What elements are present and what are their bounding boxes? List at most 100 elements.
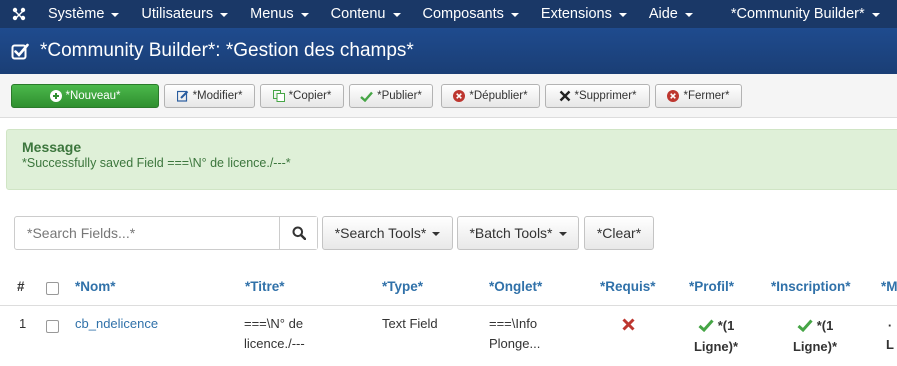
row-tab-line1: ===\Info <box>489 316 538 331</box>
col-num: # <box>17 279 25 294</box>
top-navbar: Système Utilisateurs Menus Contenu Compo… <box>0 0 897 28</box>
check-icon <box>360 91 374 102</box>
check-icon <box>797 318 813 337</box>
menu-label: Contenu <box>330 6 386 22</box>
menu-label: *Community Builder* <box>730 6 865 22</box>
row-profile-line1: *(1 <box>717 318 735 333</box>
menu-utilisateurs[interactable]: Utilisateurs <box>131 0 240 28</box>
row-profile[interactable]: *(1 Ligne)* <box>680 316 752 356</box>
col-registration[interactable]: *Inscription* <box>771 279 851 294</box>
new-label: *Nouveau* <box>65 90 121 102</box>
unpublish-label: *Dépublier* <box>469 90 528 102</box>
edit-label: *Modifier* <box>192 90 243 102</box>
delete-button[interactable]: *Supprimer* <box>545 84 650 108</box>
row-more: · L <box>884 316 896 354</box>
caret-down-icon <box>558 232 567 236</box>
search-box <box>14 216 318 250</box>
row-registration[interactable]: *(1 Ligne)* <box>778 316 852 356</box>
col-required[interactable]: *Requis* <box>600 279 656 294</box>
menu-label: Aide <box>648 6 678 22</box>
caret-down-icon <box>111 13 120 17</box>
publish-label: *Publier* <box>377 90 422 102</box>
message-text: *Successfully saved Field ===\N° de lice… <box>22 156 291 170</box>
menu-label: Menus <box>250 6 294 22</box>
plus-circle-icon <box>49 90 62 102</box>
menu-label: Extensions <box>540 6 612 22</box>
menu-systeme[interactable]: Système <box>38 0 131 28</box>
col-tab[interactable]: *Onglet* <box>489 279 542 294</box>
caret-down-icon <box>510 13 519 17</box>
select-all-checkbox[interactable] <box>46 282 59 295</box>
caret-down-icon <box>871 13 880 17</box>
search-input[interactable] <box>15 217 280 249</box>
joomla-logo-icon[interactable] <box>0 0 38 28</box>
batch-tools-label: *Batch Tools* <box>469 225 553 241</box>
clear-button[interactable]: *Clear* <box>584 216 654 250</box>
caret-down-icon <box>300 13 309 17</box>
menu-composants[interactable]: Composants <box>413 0 531 28</box>
table-header: # *Nom* *Titre* *Type* *Onglet* *Requis*… <box>0 270 897 306</box>
copy-button[interactable]: *Copier* <box>260 84 344 108</box>
page-title: *Community Builder*: *Gestion des champs… <box>40 40 414 61</box>
menu-menus[interactable]: Menus <box>240 0 321 28</box>
menu-aide[interactable]: Aide <box>639 0 721 28</box>
col-title[interactable]: *Titre* <box>245 279 285 294</box>
row-title-line2: licence./--- <box>244 336 305 351</box>
edit-icon <box>176 90 189 102</box>
col-profile[interactable]: *Profil* <box>689 279 734 294</box>
col-name[interactable]: *Nom* <box>75 279 116 294</box>
delete-x-icon <box>559 90 571 102</box>
row-title-line1: ===\N° de <box>244 316 304 331</box>
publish-button[interactable]: *Publier* <box>349 84 433 108</box>
menu-community-builder[interactable]: *Community Builder* <box>721 0 892 28</box>
search-tools-button[interactable]: *Search Tools* <box>322 216 453 250</box>
col-type[interactable]: *Type* <box>382 279 423 294</box>
remove-circle-icon <box>453 90 466 102</box>
row-title: ===\N° de licence./--- <box>244 314 305 354</box>
caret-down-icon <box>220 13 229 17</box>
row-checkbox[interactable] <box>46 320 59 333</box>
search-tools-label: *Search Tools* <box>334 225 427 241</box>
caret-down-icon <box>392 13 401 17</box>
copy-icon <box>272 90 285 102</box>
col-more[interactable]: *M <box>881 279 897 294</box>
row-name: cb_ndelicence <box>75 314 158 334</box>
close-label: *Fermer* <box>683 90 730 102</box>
caret-down-icon <box>684 13 693 17</box>
row-tab: ===\Info Plonge... <box>489 314 540 354</box>
batch-tools-button[interactable]: *Batch Tools* <box>457 216 579 250</box>
new-button[interactable]: *Nouveau* <box>11 84 159 108</box>
close-button[interactable]: *Fermer* <box>655 84 742 108</box>
row-tab-line2: Plonge... <box>489 336 541 351</box>
delete-label: *Supprimer* <box>574 90 637 102</box>
menu-label: Système <box>48 6 105 22</box>
caret-down-icon <box>618 13 627 17</box>
search-icon <box>292 226 306 240</box>
checkbox-checked-icon <box>11 43 29 60</box>
menu-contenu[interactable]: Contenu <box>321 0 413 28</box>
check-icon <box>698 318 714 337</box>
cancel-circle-icon <box>667 90 680 102</box>
row-registration-line2: Ligne)* <box>792 339 838 354</box>
search-button[interactable] <box>279 217 317 249</box>
row-registration-line1: *(1 <box>816 318 834 333</box>
table-row: 1 cb_ndelicence ===\N° de licence./--- T… <box>0 306 897 366</box>
row-type: Text Field <box>382 316 438 331</box>
success-message: Message *Successfully saved Field ===\N°… <box>6 129 897 190</box>
row-profile-line2: Ligne)* <box>693 339 739 354</box>
field-name-link[interactable]: cb_ndelicence <box>75 316 158 331</box>
copy-label: *Copier* <box>288 90 332 102</box>
menu-extensions[interactable]: Extensions <box>531 0 639 28</box>
unpublish-button[interactable]: *Dépublier* <box>441 84 540 108</box>
message-title: Message <box>22 139 82 155</box>
edit-button[interactable]: *Modifier* <box>164 84 255 108</box>
menu-label: Utilisateurs <box>141 6 214 22</box>
caret-down-icon <box>432 232 441 236</box>
clear-label: *Clear* <box>596 225 642 241</box>
menu-label: Composants <box>422 6 504 22</box>
page-header: *Community Builder*: *Gestion des champs… <box>0 28 897 74</box>
row-more-line1: · <box>887 318 893 333</box>
row-more-line2: L <box>886 337 894 352</box>
not-required-icon[interactable] <box>622 318 635 334</box>
row-num: 1 <box>19 316 27 331</box>
